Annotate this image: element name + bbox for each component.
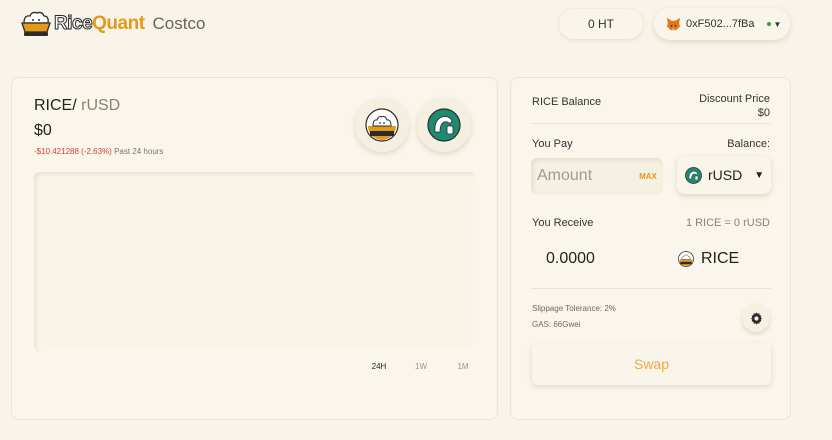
receive-token-name: RICE — [701, 250, 740, 267]
max-button[interactable]: MAX — [635, 164, 661, 188]
price-change-value: -$10.421288 (-2.63%) — [34, 147, 112, 156]
metamask-fox-icon — [666, 17, 681, 31]
pay-token-name: rUSD — [708, 167, 743, 183]
price-change: -$10.421288 (-2.63%) Past 24 hours — [34, 147, 163, 156]
price-change-period: Past 24 hours — [114, 147, 164, 156]
rice-balance-label: RICE Balance — [532, 96, 602, 108]
caret-down-icon: ▼ — [754, 169, 765, 181]
trading-pair: RICE/ rUSD — [34, 97, 120, 115]
gear-icon — [750, 311, 762, 325]
rice-token-icon — [365, 108, 399, 142]
swap-panel: RICE Balance Discount Price $0 You Pay B… — [510, 77, 791, 420]
tab-1w[interactable]: 1W — [400, 362, 442, 371]
pay-token-select[interactable]: rUSD ▼ — [677, 156, 771, 194]
rice-token-button[interactable] — [355, 98, 409, 152]
top-bar: RiceQuant Costco 0 HT 0xF502...7fBa ▼ — [0, 0, 832, 50]
tab-1m[interactable]: 1M — [442, 362, 484, 371]
you-receive-label: You Receive — [532, 217, 594, 229]
rusd-token-icon — [685, 166, 702, 184]
rusd-token-button[interactable] — [417, 98, 471, 152]
settings-button[interactable] — [742, 304, 770, 332]
brand-name: RiceQuant — [53, 13, 145, 35]
time-range-tabs: 24H 1W 1M — [358, 362, 484, 371]
receive-amount: 0.0000 — [546, 250, 595, 267]
rice-token-icon — [678, 251, 694, 267]
logo[interactable]: RiceQuant Costco — [20, 10, 205, 38]
ht-balance-text: 0 HT — [587, 17, 614, 31]
swap-button[interactable]: Swap — [532, 343, 771, 385]
price-chart-panel: RICE/ rUSD $0 -$10.421288 (-2.63%) Past … — [11, 77, 498, 420]
current-price: $0 — [34, 122, 52, 139]
chevron-down-icon: ▼ — [773, 19, 782, 29]
brand-rice: Rice — [53, 13, 93, 35]
pay-balance-label: Balance: — [727, 138, 770, 150]
discount-price-value: $0 — [757, 107, 770, 119]
divider — [531, 288, 771, 289]
wallet-address: 0xF502...7fBa — [686, 18, 755, 30]
ht-balance-button[interactable]: 0 HT — [559, 9, 643, 39]
rice-bowl-logo-icon — [21, 11, 51, 36]
rusd-token-icon — [427, 108, 461, 142]
brand-quant: Quant — [92, 13, 145, 34]
wallet-button[interactable]: 0xF502...7fBa ▼ — [654, 8, 790, 40]
you-pay-label: You Pay — [532, 138, 573, 150]
pair-base: RICE/ — [34, 97, 77, 114]
gas-price: GAS: 66Gwei — [532, 320, 581, 329]
connected-status-dot — [766, 22, 771, 26]
pair-quote: rUSD — [81, 97, 121, 114]
price-chart-area[interactable] — [34, 172, 476, 352]
divider — [531, 123, 771, 124]
slippage-tolerance: Slippage Tolerance: 2% — [532, 304, 616, 313]
receive-token: RICE — [678, 250, 739, 268]
brand-subtitle: Costco — [152, 14, 206, 33]
tab-24h[interactable]: 24H — [358, 362, 400, 371]
exchange-rate: 1 RICE = 0 rUSD — [685, 217, 770, 229]
discount-price-label: Discount Price — [699, 93, 770, 105]
